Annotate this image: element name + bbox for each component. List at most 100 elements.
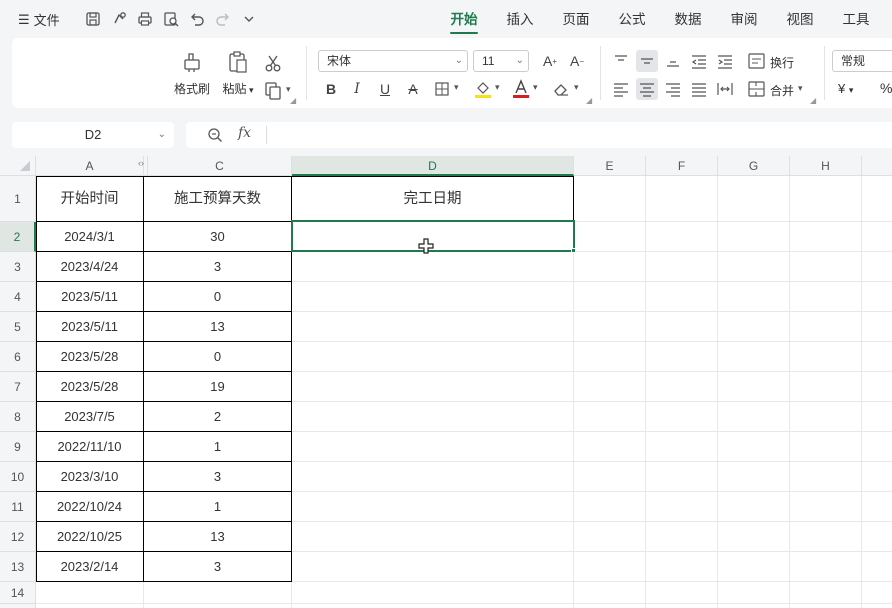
duration-cell[interactable]: 19 [144,372,291,402]
column-header-d[interactable]: D [292,156,574,176]
row-header-11[interactable]: 11 [0,492,36,522]
font-color-icon[interactable] [512,79,530,99]
undo-icon[interactable] [188,10,206,28]
row-header-4[interactable]: 4 [0,282,36,312]
row-header-2[interactable]: 2 [0,222,36,252]
column-header-e[interactable]: E [574,156,646,176]
chevron-down-icon[interactable]: ▾ [495,82,500,93]
strikethrough-icon[interactable]: A [402,78,424,100]
start-date-cell[interactable]: 2022/11/10 [36,432,143,462]
row-header-15[interactable]: 15 [0,604,36,608]
duration-cell[interactable]: 3 [144,462,291,492]
row-header-3[interactable]: 3 [0,252,36,282]
select-all-corner[interactable] [0,156,36,176]
increase-indent-icon[interactable] [714,50,736,72]
name-box[interactable]: D2 ⌄ [12,122,174,148]
zoom-formula-icon[interactable] [206,126,224,144]
expand-hidden-column-icon[interactable]: ‹› [138,156,144,173]
tab-data[interactable]: 数据 [660,0,716,38]
duration-cell[interactable]: 0 [144,342,291,372]
alignment-dialog-icon[interactable]: ◢ [810,96,816,105]
row-header-8[interactable]: 8 [0,402,36,432]
row-header-6[interactable]: 6 [0,342,36,372]
font-name-select[interactable]: 宋体 ⌄ [318,50,468,72]
spreadsheet-grid[interactable]: A ‹› C D E F G H 123456789101112131415 开… [0,156,892,608]
header-cell-start-time[interactable]: 开始时间 [36,176,143,222]
row-header-10[interactable]: 10 [0,462,36,492]
header-cell-completion-date[interactable]: 完工日期 [292,176,573,222]
start-date-cell[interactable]: 2023/5/28 [36,342,143,372]
fill-handle[interactable] [571,248,576,253]
start-date-cell[interactable]: 2023/3/10 [36,462,143,492]
align-middle-icon[interactable] [636,50,658,72]
chevron-down-icon[interactable]: ▾ [533,82,538,93]
duration-cell[interactable]: 0 [144,282,291,312]
tab-home[interactable]: 开始 [436,0,492,38]
column-header-c[interactable]: C [148,156,292,176]
save-icon[interactable] [84,10,102,28]
align-bottom-icon[interactable] [662,50,684,72]
wrap-text-icon[interactable] [746,50,768,72]
row-header-12[interactable]: 12 [0,522,36,552]
share-icon[interactable] [110,10,128,28]
column-header-h[interactable]: H [790,156,862,176]
start-date-cell[interactable]: 2023/5/28 [36,372,143,402]
row-header-7[interactable]: 7 [0,372,36,402]
start-date-cell[interactable]: 2023/2/14 [36,552,143,582]
paste-button[interactable]: 粘贴 ▾ [218,50,258,97]
cut-icon[interactable] [263,53,283,73]
chevron-down-icon[interactable]: ▾ [286,84,291,95]
font-dialog-icon[interactable]: ◢ [586,96,592,105]
duration-cell[interactable]: 13 [144,312,291,342]
file-menu[interactable]: ☰ 文件 [18,10,60,29]
font-size-select[interactable]: 11 ⌄ [473,50,529,72]
print-preview-icon[interactable] [162,10,180,28]
print-icon[interactable] [136,10,154,28]
duration-cell[interactable]: 2 [144,402,291,432]
start-date-cell[interactable]: 2023/5/11 [36,282,143,312]
increase-font-icon[interactable]: A + [539,50,561,72]
tab-page[interactable]: 页面 [548,0,604,38]
clipboard-dialog-icon[interactable]: ◢ [290,96,296,105]
duration-cell[interactable]: 3 [144,552,291,582]
redo-icon[interactable] [214,10,232,28]
merge-icon[interactable] [746,78,768,100]
column-header-i[interactable] [862,156,892,176]
chevron-down-icon[interactable]: ▾ [798,83,803,94]
start-date-cell[interactable]: 2022/10/25 [36,522,143,552]
underline-icon[interactable]: U [374,78,396,100]
duration-cell[interactable]: 1 [144,432,291,462]
duration-cell[interactable]: 3 [144,252,291,282]
decrease-font-icon[interactable]: A − [566,50,588,72]
tab-review[interactable]: 审阅 [716,0,772,38]
header-cell-construction-days[interactable]: 施工预算天数 [144,176,291,222]
bold-icon[interactable]: B [320,78,342,100]
percent-icon[interactable]: % [880,80,892,96]
start-date-cell[interactable]: 2023/7/5 [36,402,143,432]
align-right-icon[interactable] [662,78,684,100]
duration-cell[interactable]: 1 [144,492,291,522]
fill-color-icon[interactable] [474,79,492,99]
column-header-a[interactable]: A [36,156,144,176]
duration-cell[interactable]: 13 [144,522,291,552]
chevron-down-icon[interactable]: ▾ [454,82,459,93]
currency-button[interactable]: ¥ ▾ [838,81,853,96]
border-icon[interactable] [434,81,450,97]
distributed-align-icon[interactable] [714,78,736,100]
formula-input-area[interactable]: fx [186,122,892,148]
format-painter-button[interactable]: 格式刷 [170,50,214,97]
decrease-indent-icon[interactable] [688,50,710,72]
italic-icon[interactable]: I [346,78,368,100]
align-left-icon[interactable] [610,78,632,100]
justify-icon[interactable] [688,78,710,100]
tab-tools[interactable]: 工具 [828,0,884,38]
align-top-icon[interactable] [610,50,632,72]
row-header-9[interactable]: 9 [0,432,36,462]
align-center-icon[interactable] [636,78,658,100]
row-header-14[interactable]: 14 [0,582,36,604]
start-date-cell[interactable]: 2023/5/11 [36,312,143,342]
chevron-down-icon[interactable] [240,10,258,28]
chevron-down-icon[interactable]: ▾ [574,82,579,93]
tab-insert[interactable]: 插入 [492,0,548,38]
number-format-select[interactable]: 常规 [832,50,892,72]
